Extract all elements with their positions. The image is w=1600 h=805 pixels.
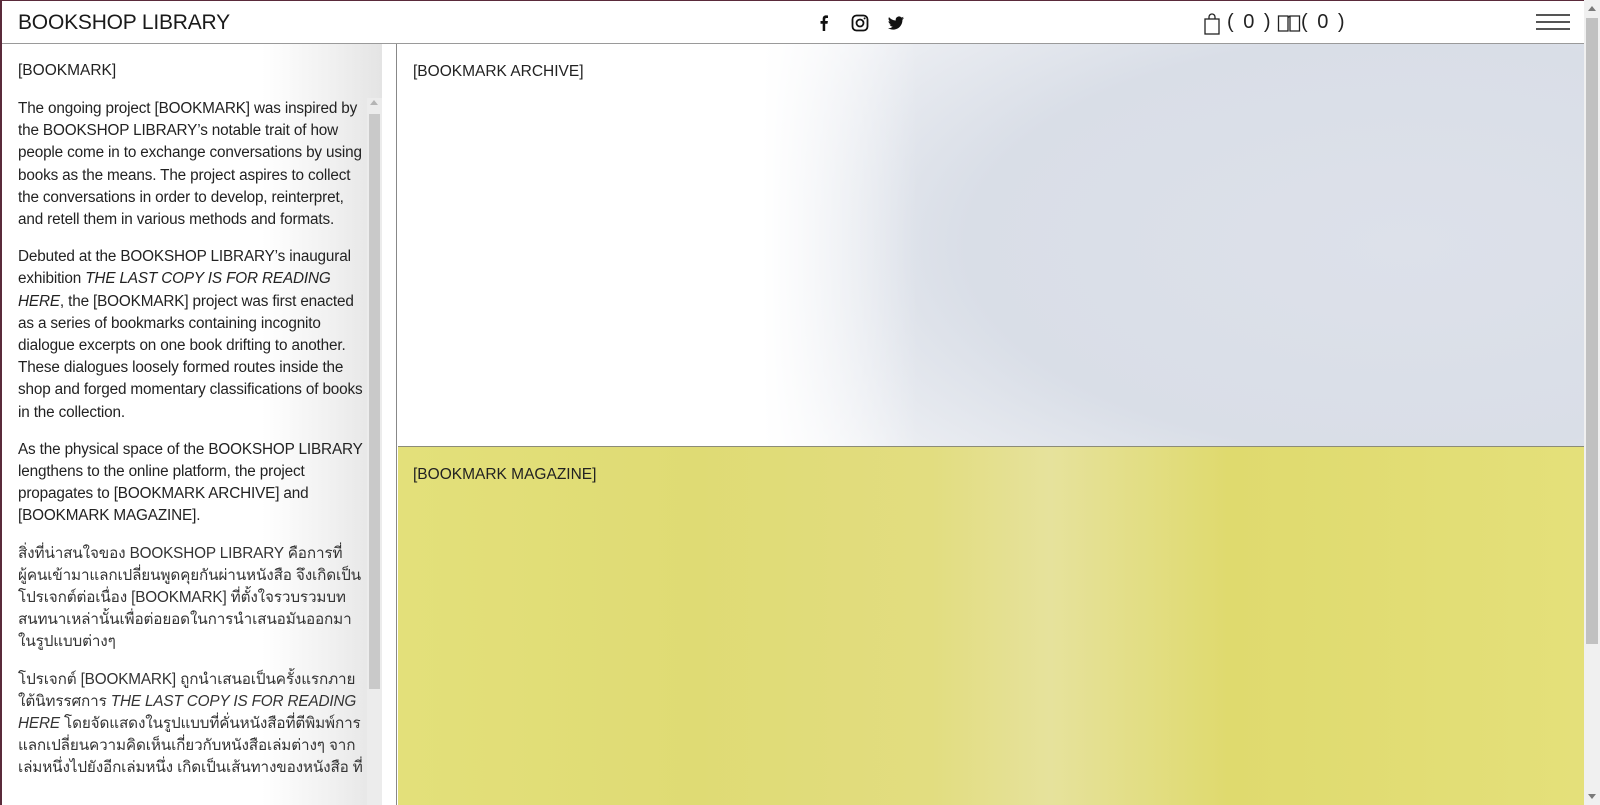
description-paragraph: As the physical space of the BOOKSHOP LI… xyxy=(18,440,363,525)
archive-title[interactable]: [BOOKMARK ARCHIVE] xyxy=(413,63,584,81)
panel-title: [BOOKMARK] xyxy=(18,62,117,79)
site-logo[interactable]: BOOKSHOP LIBRARY xyxy=(18,11,230,35)
description-paragraph: Debuted at the BOOKSHOP LIBRARY’s inaugu… xyxy=(18,246,366,424)
description-paragraph: The ongoing project [BOOKMARK] was inspi… xyxy=(18,100,362,229)
hamburger-icon[interactable] xyxy=(1536,14,1570,32)
scrollbar-thumb[interactable] xyxy=(369,114,380,689)
borrow-list-button[interactable]: ( 0 ) xyxy=(1277,11,1347,34)
facebook-icon[interactable] xyxy=(814,13,834,33)
twitter-icon[interactable] xyxy=(886,13,906,33)
scroll-down-icon[interactable] xyxy=(1588,794,1596,799)
scroll-up-icon[interactable] xyxy=(1588,6,1596,11)
borrow-count: ( 0 ) xyxy=(1301,11,1347,33)
scrollbar-thumb[interactable] xyxy=(1586,18,1598,644)
bookmark-archive-panel[interactable]: [BOOKMARK ARCHIVE] xyxy=(398,44,1584,447)
site-header: BOOKSHOP LIBRARY ( 0 ) ( 0 ) xyxy=(2,1,1584,44)
social-links xyxy=(814,13,906,33)
instagram-icon[interactable] xyxy=(850,13,870,33)
bookmark-description: The ongoing project [BOOKMARK] was inspi… xyxy=(18,98,366,795)
shopping-bag-icon xyxy=(1203,12,1223,35)
cart-count: ( 0 ) xyxy=(1227,11,1273,33)
text-span: โดยจัดแสดงในรูปแบบที่คั่นหนังสือที่ตีพิม… xyxy=(18,715,363,777)
text-span: , the [BOOKMARK] project was first enact… xyxy=(18,292,363,421)
magazine-title[interactable]: [BOOKMARK MAGAZINE] xyxy=(413,466,596,484)
panel-scrollbar[interactable] xyxy=(367,98,382,805)
description-paragraph-thai: โปรเจกต์ [BOOKMARK] ถูกนำเสนอเป็นครั้งแร… xyxy=(18,669,366,780)
description-paragraph-thai: สิ่งที่น่าสนใจของ BOOKSHOP LIBRARY คือกา… xyxy=(18,544,361,651)
page-scrollbar[interactable] xyxy=(1584,0,1600,805)
cart-button[interactable]: ( 0 ) xyxy=(1203,11,1273,35)
decorative-gradient xyxy=(398,44,918,446)
bookmark-info-panel: [BOOKMARK] The ongoing project [BOOKMARK… xyxy=(2,44,397,805)
bookmark-magazine-panel[interactable]: [BOOKMARK MAGAZINE] xyxy=(398,447,1584,805)
scroll-up-icon[interactable] xyxy=(370,100,378,105)
open-book-icon xyxy=(1277,13,1301,33)
